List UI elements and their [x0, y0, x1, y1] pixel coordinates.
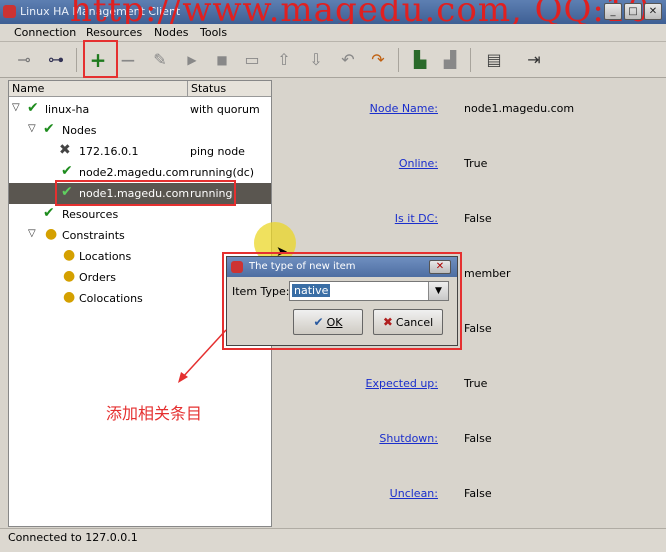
- annotation-arrow: [178, 329, 227, 383]
- annotation-text: 添加相关条目: [106, 404, 203, 423]
